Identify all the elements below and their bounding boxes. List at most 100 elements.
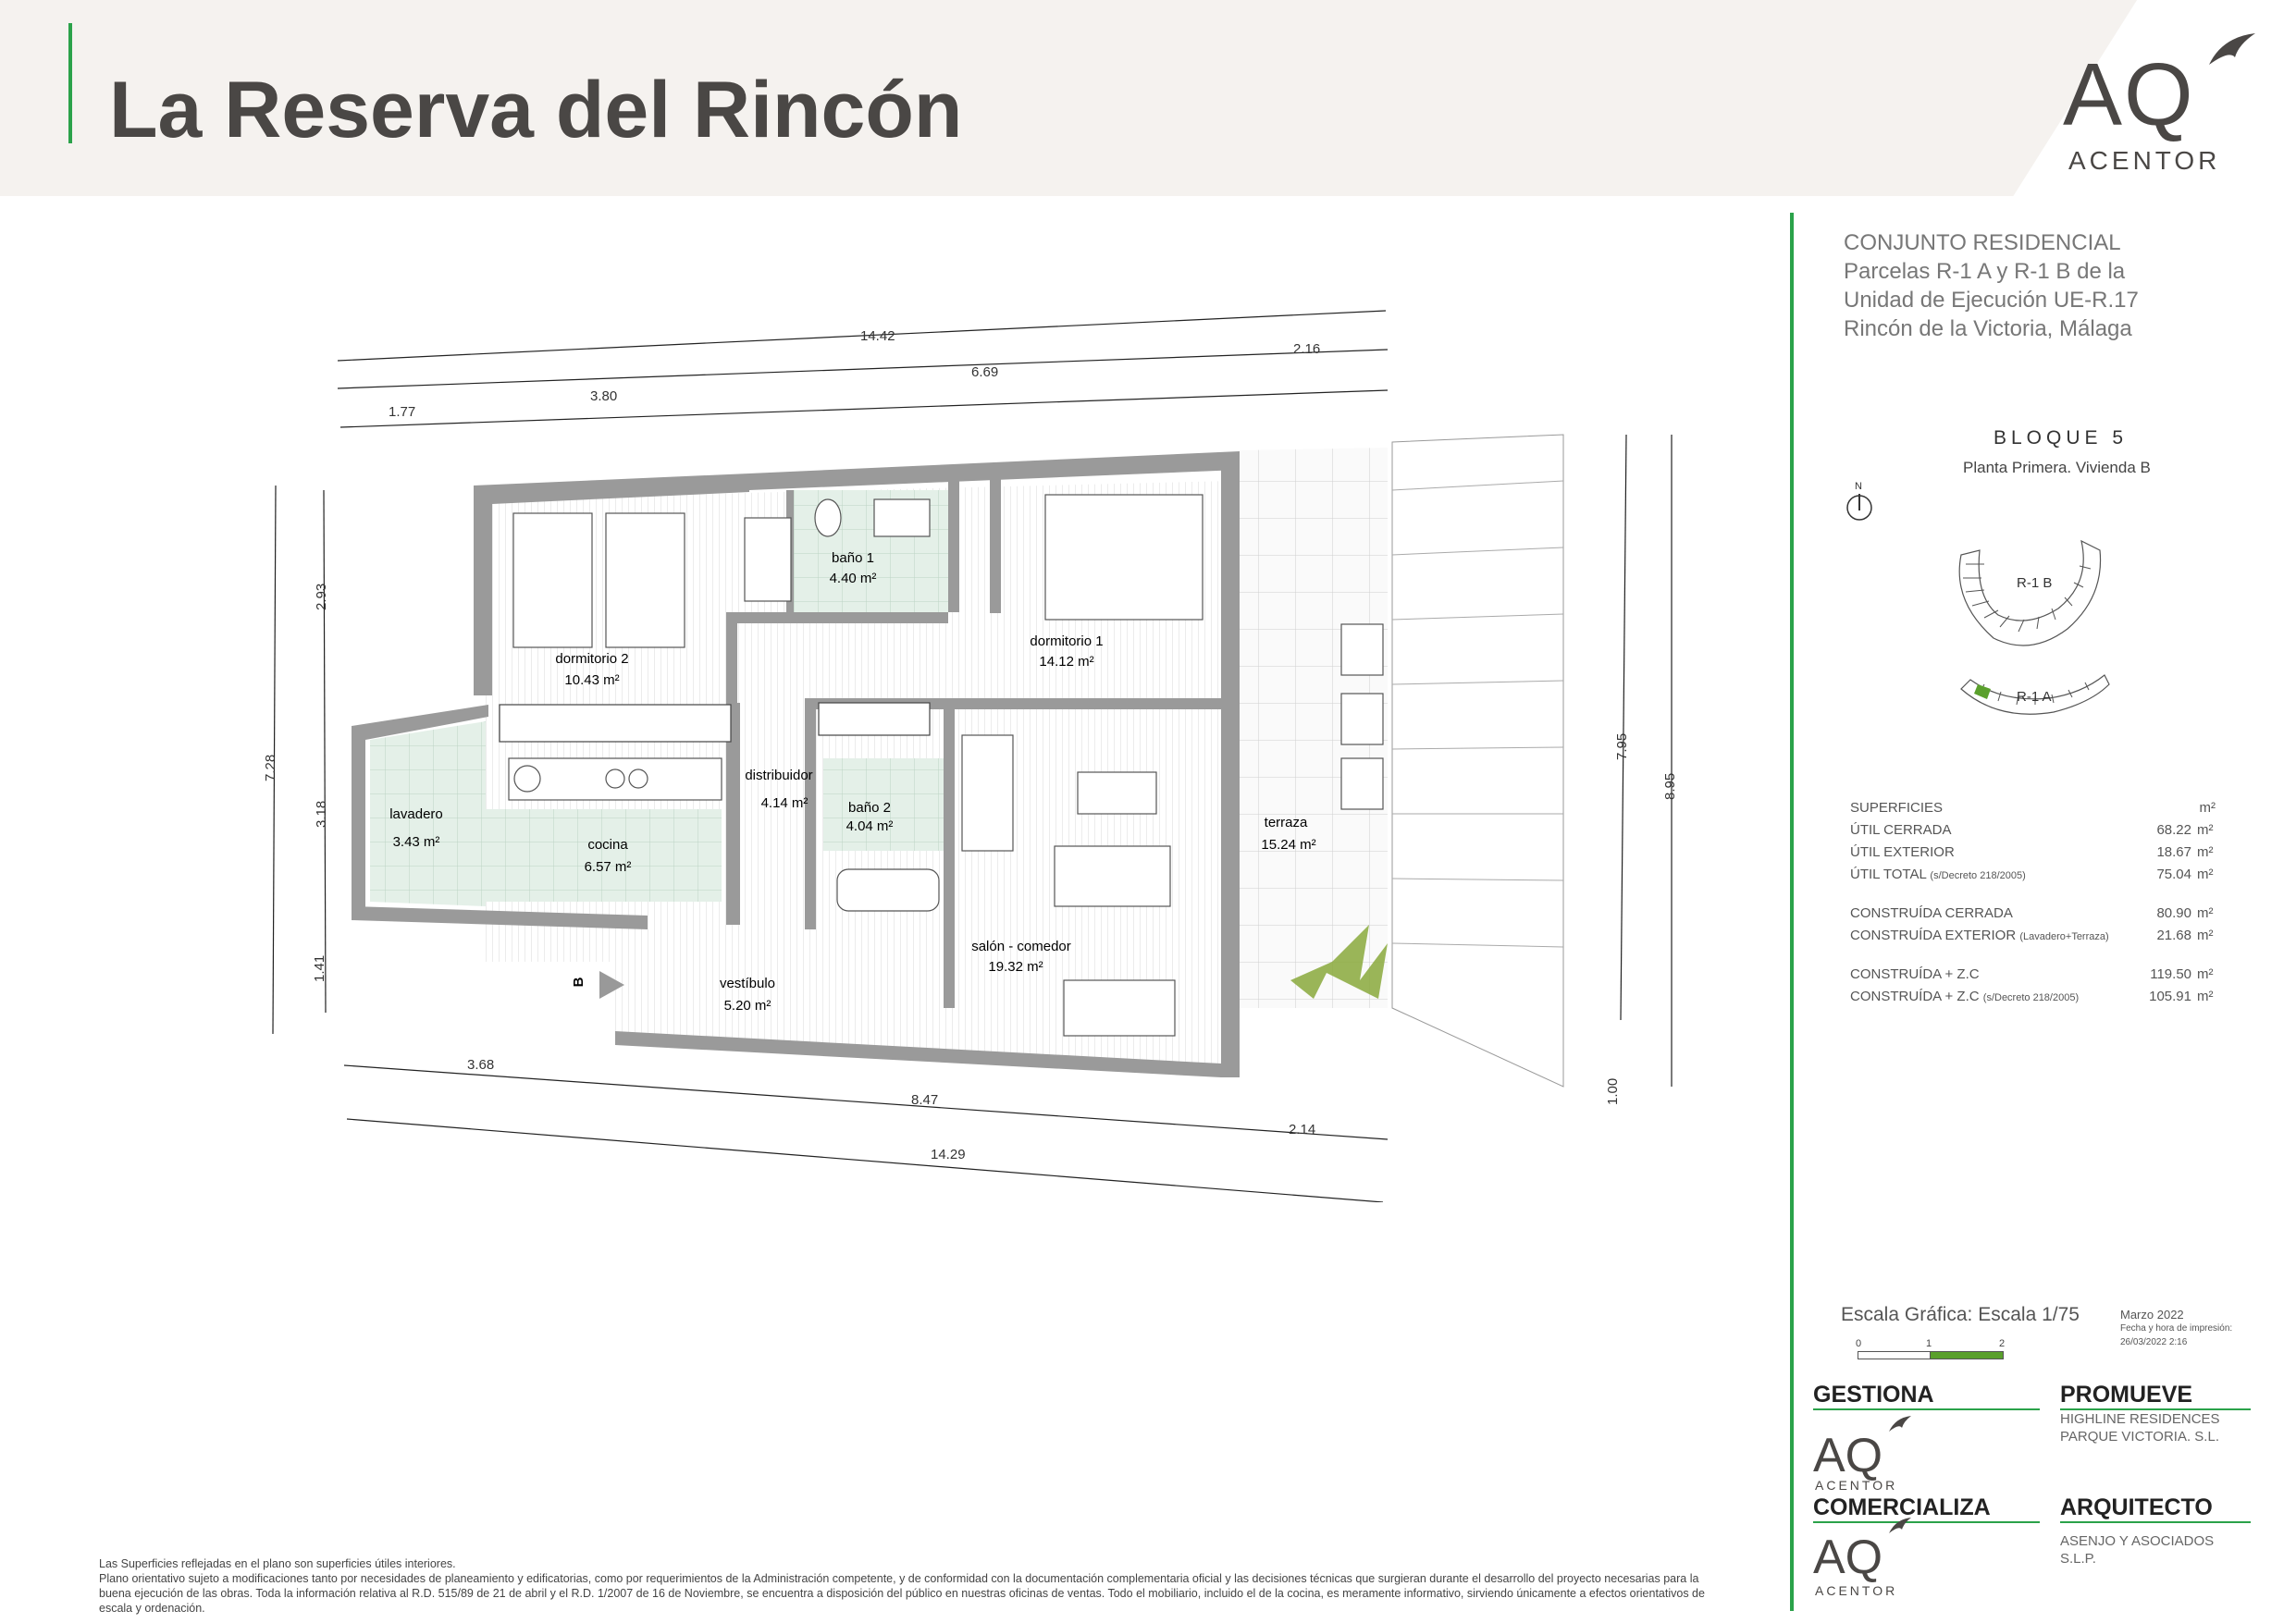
compass-icon	[1846, 494, 1872, 521]
bird-icon	[1889, 1518, 1911, 1533]
sofa-icon	[961, 734, 1014, 852]
room-area: 4.04 m²	[846, 818, 894, 834]
scale-tick-label: 1	[1926, 1338, 1932, 1349]
bird-icon	[1889, 1416, 1911, 1432]
date-box: Marzo 2022 Fecha y hora de impresión: 26…	[2120, 1308, 2232, 1349]
hob-icon	[628, 768, 648, 789]
hob-icon	[605, 768, 625, 789]
room-area: 19.32 m²	[988, 959, 1043, 975]
disclaimer-line: Las Superficies reflejadas en el plano s…	[99, 1557, 456, 1570]
dim-label: 3.80	[590, 388, 617, 404]
credit-arquitecto: ARQUITECTO ASENJO Y ASOCIADOS S.L.P.	[2060, 1494, 2251, 1568]
dim-label: 8.95	[1662, 773, 1678, 800]
dim-label: 3.68	[467, 1057, 494, 1073]
credit-line: HIGHLINE RESIDENCES	[2060, 1411, 2220, 1427]
chair-icon	[1340, 623, 1384, 676]
dim-label: 2.16	[1293, 341, 1320, 357]
credit-title: PROMUEVE	[2060, 1382, 2193, 1408]
credit-comercializa: COMERCIALIZA AQ ACENTOR	[1813, 1494, 2040, 1598]
dim-label: 8.47	[911, 1092, 938, 1108]
dim-label: 7.28	[263, 755, 278, 781]
credit-gestiona: GESTIONA AQ ACENTOR	[1813, 1382, 2040, 1493]
kitchen-floor	[486, 809, 722, 902]
plan-date: Marzo 2022	[2120, 1308, 2184, 1322]
block-subtitle: Planta Primera. Vivienda B	[1963, 459, 2151, 476]
surface-row: ÚTIL TOTAL (s/Decreto 218/2005) 75.04 m²	[1850, 867, 2214, 882]
surface-row: CONSTRUÍDA + Z.C (s/Decreto 218/2005) 10…	[1850, 989, 2214, 1004]
dim-label: 1.00	[1605, 1078, 1621, 1105]
room-area: 10.43 m²	[564, 672, 619, 688]
scale-tick-label: 0	[1856, 1338, 1862, 1349]
dim-label: 1.41	[312, 955, 327, 982]
room-name: dormitorio 2	[555, 651, 628, 667]
washbasin-icon	[873, 498, 931, 537]
scale-tick-label: 2	[1999, 1338, 2006, 1349]
surface-row: ÚTIL CERRADA 68.22 m²	[1850, 822, 2214, 838]
credit-promueve: PROMUEVE HIGHLINE RESIDENCES PARQUE VICT…	[2060, 1382, 2251, 1445]
bird-icon	[2209, 33, 2255, 65]
credit-line: PARQUE VICTORIA. S.L.	[2060, 1429, 2219, 1445]
room-name: lavadero	[389, 806, 443, 822]
room-area: 3.43 m²	[393, 834, 440, 850]
block-title: BLOQUE 5	[1994, 427, 2129, 449]
toilet-icon	[814, 498, 842, 537]
surface-row: CONSTRUÍDA CERRADA 80.90 m²	[1850, 905, 2214, 921]
north-label: N	[1855, 481, 1862, 492]
room-name: vestíbulo	[720, 976, 775, 991]
room-area: 5.20 m²	[724, 998, 772, 1014]
credit-title: GESTIONA	[1813, 1382, 1934, 1408]
room-area: 4.14 m²	[761, 795, 809, 811]
mini-logo-name: ACENTOR	[1815, 1478, 1898, 1493]
room-area: 15.24 m²	[1261, 837, 1315, 853]
room-name: terraza	[1265, 815, 1308, 830]
logo-mark: AQ	[2063, 45, 2195, 144]
project-info: CONJUNTO RESIDENCIAL Parcelas R-1 A y R-…	[1844, 228, 2139, 343]
dim-label: 14.42	[860, 328, 895, 344]
chair-icon	[1340, 693, 1384, 745]
room-name: salón - comedor	[971, 939, 1071, 954]
dim-label: 2.93	[314, 584, 329, 610]
balcony-edge	[1391, 434, 1564, 1088]
room-name: cocina	[587, 837, 628, 853]
credit-rule	[1813, 1521, 2040, 1523]
project-line: Rincón de la Victoria, Málaga	[1844, 316, 2132, 341]
print-label: Fecha y hora de impresión:	[2120, 1323, 2233, 1334]
dim-label: 7.95	[1614, 733, 1630, 760]
project-line: Unidad de Ejecución UE-R.17	[1844, 288, 2139, 313]
room-area: 6.57 m²	[585, 859, 632, 875]
surface-row: ÚTIL EXTERIOR 18.67 m²	[1850, 844, 2214, 860]
mini-logo-name: ACENTOR	[1815, 1583, 1898, 1598]
room-area: 4.40 m²	[830, 571, 877, 586]
room-name: baño 2	[848, 800, 891, 816]
credit-line: ASENJO Y ASOCIADOS S.L.P.	[2060, 1533, 2215, 1567]
sofa-icon	[1054, 845, 1171, 907]
surfaces-table: SUPERFICIES m² ÚTIL CERRADA 68.22 m² ÚTIL…	[1850, 793, 2216, 1004]
surfaces-header: SUPERFICIES m²	[1850, 800, 2216, 816]
print-date: 26/03/2022 2:16	[2120, 1337, 2188, 1347]
surface-row: CONSTRUÍDA EXTERIOR (Lavadero+Terraza) 2…	[1850, 928, 2214, 943]
mini-logo-mark: AQ	[1813, 1429, 1883, 1482]
credit-title: ARQUITECTO	[2060, 1494, 2213, 1520]
room-name: dormitorio 1	[1030, 633, 1103, 649]
disclaimer-line: Plano orientativo sujeto a modificacione…	[99, 1572, 1705, 1615]
dim-label: 14.29	[931, 1147, 966, 1162]
mini-logo-mark: AQ	[1813, 1531, 1883, 1584]
logo-name: ACENTOR	[2068, 146, 2221, 175]
dim-label: 2.14	[1289, 1122, 1315, 1137]
parcel-a-label: R-1 A	[2017, 689, 2052, 705]
site-key-map: R-1 B R-1 A	[1958, 539, 2110, 715]
room-name: baño 1	[832, 550, 874, 566]
dim-label: 6.69	[971, 364, 998, 380]
dim-label: 3.18	[314, 801, 329, 828]
acentor-logo: AQ ACENTOR	[2063, 33, 2257, 183]
credit-title: COMERCIALIZA	[1813, 1494, 1991, 1520]
credit-rule	[2060, 1521, 2251, 1523]
floor-plan: dormitorio 2 10.43 m² baño 1 4.40 m² dor…	[263, 310, 1678, 1202]
surface-row: CONSTRUÍDA + Z.C 119.50 m²	[1850, 966, 2214, 982]
project-line: Parcelas R-1 A y R-1 B de la	[1844, 259, 2126, 284]
credit-rule	[1813, 1408, 2040, 1410]
parcel-b-label: R-1 B	[2017, 575, 2052, 591]
coffee-table-icon	[1077, 771, 1157, 815]
scale-segment-green	[1930, 1351, 2004, 1359]
scale-segment-white	[1858, 1351, 1932, 1359]
